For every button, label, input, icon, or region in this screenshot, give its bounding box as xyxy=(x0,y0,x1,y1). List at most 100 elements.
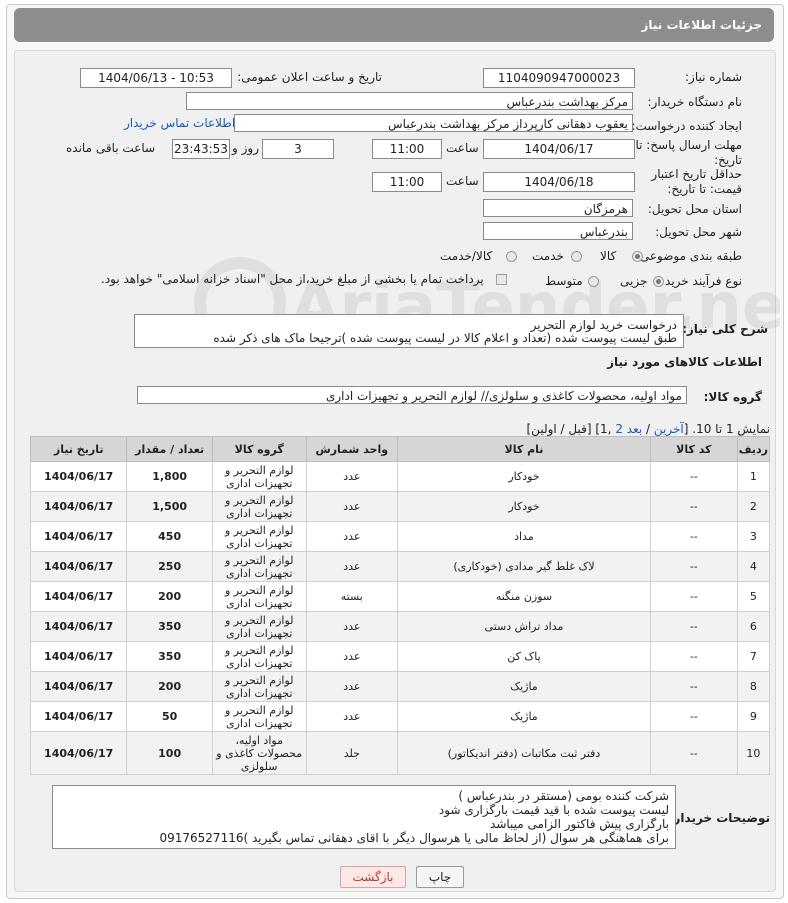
cell-group: لوازم التحریر و تجهیزات اداری xyxy=(211,461,307,492)
cell-row: 7 xyxy=(736,641,771,672)
table-row: 9 -- ماژیک عدد لوازم التحریر و تجهیزات اداری… xyxy=(29,701,771,732)
cell-name: خودکار xyxy=(397,461,651,492)
cell-unit: عدد xyxy=(305,551,399,582)
buyer-note-line-2: لیست پیوست شده با قید قیمت بارگزاری شود xyxy=(438,803,669,817)
announce-label: تاریخ و ساعت اعلان عمومی: xyxy=(237,70,382,84)
table-row: 8 -- ماژیک عدد لوازم التحریر و تجهیزات اداری… xyxy=(29,671,771,702)
need-number-field: 1104090947000023 xyxy=(483,68,635,88)
buyer-notes-textarea[interactable]: شرکت کننده بومی (مستقر در بندرعباس ) لیس… xyxy=(52,785,676,849)
cell-name: سوزن منگنه xyxy=(397,581,651,612)
cell-unit: عدد xyxy=(305,701,399,732)
pagination-last-link[interactable]: آخرین xyxy=(654,422,684,436)
cell-group: مواد اولیه، محصولات کاغذی و سلولزی xyxy=(211,731,307,775)
cell-name: خودکار xyxy=(397,491,651,522)
cell-date: 1404/06/17 xyxy=(29,491,128,522)
cell-row: 2 xyxy=(736,491,771,522)
description-textarea[interactable]: درخواست خرید لوازم التحریر طبق لیست پیوس… xyxy=(134,314,684,348)
col-header-unit: واحد شمارش xyxy=(305,436,399,462)
buyer-org-field: مرکز بهداشت بندرعباس xyxy=(186,92,633,110)
pagination: نمایش 1 تا 10. [آخرین / بعد 2 ,1] [قبل /… xyxy=(527,422,771,436)
cell-name: مداد xyxy=(397,521,651,552)
requester-field: یعقوب دهقانی کارپرداز مرکز بهداشت بندرعب… xyxy=(234,114,633,132)
cell-row: 5 xyxy=(736,581,771,612)
category-radio-goods-service[interactable] xyxy=(506,251,517,262)
page-header: جزئیات اطلاعات نیاز xyxy=(14,8,774,42)
pagination-separator: / xyxy=(642,422,654,436)
buyer-contact-link[interactable]: اطلاعات تماس خریدار xyxy=(124,116,235,130)
cell-code: -- xyxy=(649,491,738,522)
pagination-page-2-link[interactable]: 2 xyxy=(615,422,623,436)
cell-code: -- xyxy=(649,671,738,702)
buyer-note-line-1: شرکت کننده بومی (مستقر در بندرعباس ) xyxy=(458,789,669,803)
process-radio-minor[interactable] xyxy=(653,276,664,287)
goods-group-label: گروه کالا: xyxy=(703,390,762,404)
cell-date: 1404/06/17 xyxy=(29,701,128,732)
cell-group: لوازم التحریر و تجهیزات اداری xyxy=(211,521,307,552)
cell-date: 1404/06/17 xyxy=(29,611,128,642)
back-button[interactable]: بازگشت xyxy=(340,866,406,888)
col-header-name: نام کالا xyxy=(397,436,651,462)
treasury-payment-note: پرداخت تمام یا بخشی از مبلغ خرید،از محل … xyxy=(101,272,484,286)
price-validity-date-field: 1404/06/18 xyxy=(483,172,635,192)
cell-unit: عدد xyxy=(305,611,399,642)
col-header-group: گروه کالا xyxy=(211,436,307,462)
category-radio-service[interactable] xyxy=(571,251,582,262)
category-option-goods-service: کالا/خدمت xyxy=(440,249,493,263)
deadline-date-field: 1404/06/17 xyxy=(483,139,635,159)
category-option-service: خدمت xyxy=(532,249,564,263)
cell-qty: 200 xyxy=(126,581,213,612)
cell-date: 1404/06/17 xyxy=(29,461,128,492)
cell-unit: عدد xyxy=(305,491,399,522)
cell-group: لوازم التحریر و تجهیزات اداری xyxy=(211,641,307,672)
cell-code: -- xyxy=(649,641,738,672)
city-field: بندرعباس xyxy=(483,222,633,240)
cell-name: دفتر ثبت مکاتبات (دفتر اندیکاتور) xyxy=(397,731,651,775)
cell-unit: عدد xyxy=(305,671,399,702)
col-header-qty: تعداد / مقدار xyxy=(126,436,213,462)
col-header-code: کد کالا xyxy=(649,436,738,462)
category-radio-goods[interactable] xyxy=(632,251,643,262)
table-header-row: ردیف کد کالا نام کالا واحد شمارش گروه کا… xyxy=(29,436,771,462)
cell-group: لوازم التحریر و تجهیزات اداری xyxy=(211,671,307,702)
cell-row: 4 xyxy=(736,551,771,582)
cell-group: لوازم التحریر و تجهیزات اداری xyxy=(211,611,307,642)
description-line-2: طبق لیست پیوست شده (تعداد و اعلام کالا د… xyxy=(213,331,677,345)
pagination-next-link[interactable]: بعد xyxy=(627,422,642,436)
table-row: 1 -- خودکار عدد لوازم التحریر و تجهیزات ادار… xyxy=(29,461,771,492)
cell-unit: عدد xyxy=(305,461,399,492)
cell-group: لوازم التحریر و تجهیزات اداری xyxy=(211,701,307,732)
province-label: استان محل تحویل: xyxy=(647,202,742,216)
process-option-minor: جزیی xyxy=(620,274,648,288)
price-validity-label: حداقل تاریخ اعتبار قیمت: تا تاریخ: xyxy=(651,167,742,196)
table-row: 5 -- سوزن منگنه بسته لوازم التحریر و تجهیزات… xyxy=(29,581,771,612)
table-row: 7 -- پاک کن عدد لوازم التحریر و تجهیزات ادار… xyxy=(29,641,771,672)
table-row: 3 -- مداد عدد لوازم التحریر و تجهیزات اداری 4… xyxy=(29,521,771,552)
cell-group: لوازم التحریر و تجهیزات اداری xyxy=(211,491,307,522)
cell-row: 9 xyxy=(736,701,771,732)
goods-table: ردیف کد کالا نام کالا واحد شمارش گروه کا… xyxy=(29,436,771,775)
price-validity-time-field: 11:00 xyxy=(372,172,442,192)
process-radio-medium[interactable] xyxy=(588,276,599,287)
cell-date: 1404/06/17 xyxy=(29,671,128,702)
cell-qty: 250 xyxy=(126,551,213,582)
cell-unit: جلد xyxy=(305,731,399,775)
days-label: روز و xyxy=(232,141,259,155)
process-option-medium: متوسط xyxy=(545,274,583,288)
cell-row: 1 xyxy=(736,461,771,492)
cell-row: 10 xyxy=(736,731,771,775)
cell-row: 3 xyxy=(736,521,771,552)
print-button[interactable]: چاپ xyxy=(416,866,464,888)
col-header-row: ردیف xyxy=(736,436,771,462)
table-row: 6 -- مداد تراش دستی عدد لوازم التحریر و تجهی… xyxy=(29,611,771,642)
buyer-note-line-3: بارگزاری پیش فاکتور الزامی میباشد xyxy=(490,817,669,831)
category-option-goods: کالا xyxy=(600,249,617,263)
cell-qty: 450 xyxy=(126,521,213,552)
treasury-payment-checkbox[interactable] xyxy=(496,274,507,285)
table-row: 4 -- لاک غلط گیر مدادی (خودکاری) عدد لوازم ا… xyxy=(29,551,771,582)
cell-date: 1404/06/17 xyxy=(29,641,128,672)
cell-group: لوازم التحریر و تجهیزات اداری xyxy=(211,581,307,612)
pagination-rest: ,1] [قبل / اولین] xyxy=(526,422,616,436)
province-field: هرمزگان xyxy=(483,199,633,217)
cell-date: 1404/06/17 xyxy=(29,551,128,582)
cell-unit: بسته xyxy=(305,581,399,612)
